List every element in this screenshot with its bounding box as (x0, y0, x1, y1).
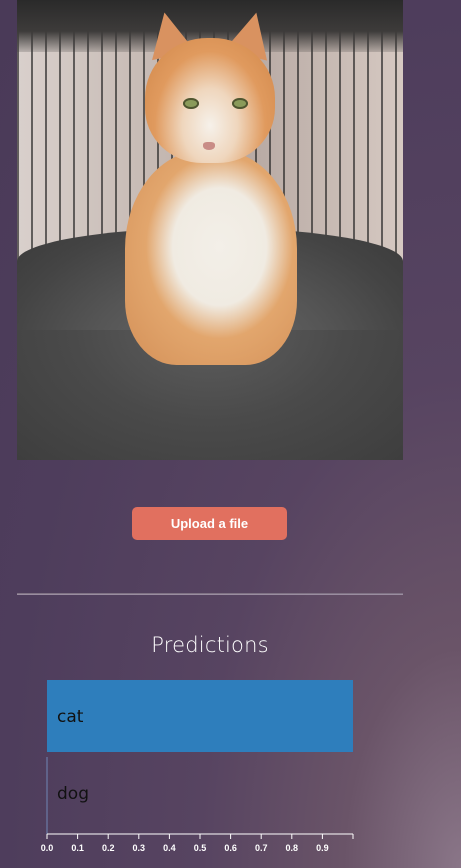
cat-body (125, 150, 297, 365)
x-tick-label-0.2: 0.2 (102, 843, 115, 853)
upload-file-button[interactable]: Upload a file (132, 507, 287, 540)
cat-left-eye (183, 98, 199, 109)
bar-cat (47, 680, 353, 752)
section-divider (17, 593, 403, 595)
bar-label-dog: dog (57, 784, 89, 804)
x-tick-label-0.8: 0.8 (286, 843, 299, 853)
cat-right-eye (232, 98, 248, 109)
x-tick-label-0.0: 0.0 (41, 843, 54, 853)
bar-label-cat: cat (57, 707, 84, 727)
x-tick-label-0.3: 0.3 (133, 843, 146, 853)
x-tick-label-0.4: 0.4 (163, 843, 176, 853)
cat-nose (203, 142, 215, 150)
uploaded-cat-photo (17, 0, 403, 460)
x-tick-label-0.9: 0.9 (316, 843, 329, 853)
x-tick-label-0.5: 0.5 (194, 843, 207, 853)
x-tick-label-0.1: 0.1 (71, 843, 84, 853)
x-tick-label-0.7: 0.7 (255, 843, 268, 853)
x-tick-label-0.6: 0.6 (224, 843, 237, 853)
predictions-title: Predictions (151, 633, 269, 657)
